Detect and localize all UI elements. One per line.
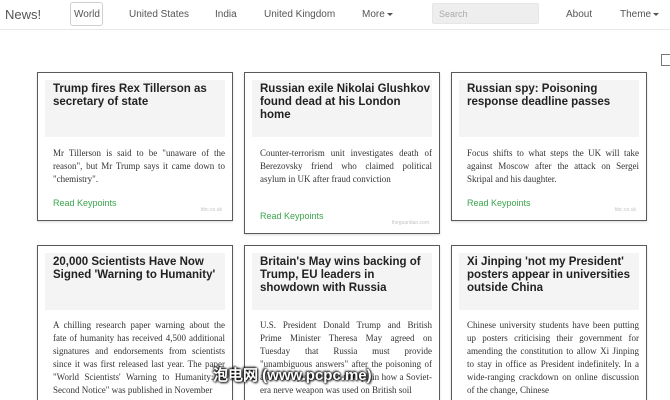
brand-logo[interactable]: News! (5, 7, 41, 22)
news-card: Russian exile Nikolai Glushkov found dea… (244, 72, 440, 234)
card-title[interactable]: Russian spy: Poisoning response deadline… (467, 83, 637, 109)
card-header: Russian exile Nikolai Glushkov found dea… (252, 80, 432, 137)
more-dropdown[interactable]: More (362, 9, 393, 20)
caret-down-icon (386, 12, 393, 16)
card-header: Trump fires Rex Tillerson as secretary o… (45, 80, 225, 137)
read-keypoints-link[interactable]: Read Keypoints (467, 198, 531, 208)
more-dropdown-label: More (362, 9, 385, 20)
card-summary: Focus shifts to what steps the UK will t… (467, 148, 639, 184)
news-card: Trump fires Rex Tillerson as secretary o… (37, 72, 233, 221)
read-keypoints-link[interactable]: Read Keypoints (53, 198, 117, 208)
nav-tab-united-kingdom[interactable]: United Kingdom (264, 9, 335, 20)
card-header: Russian spy: Poisoning response deadline… (459, 80, 639, 137)
nav-tab-world-label: World (74, 9, 100, 20)
search-input[interactable] (432, 3, 539, 24)
card-source: bbc.co.uk (614, 207, 636, 213)
card-header: Xi Jinping 'not my President' posters ap… (459, 253, 639, 310)
card-title[interactable]: Xi Jinping 'not my President' posters ap… (467, 256, 637, 295)
nav-tab-world[interactable]: World (70, 2, 103, 26)
card-summary: A chilling research paper warning about … (53, 320, 225, 395)
card-summary: Chinese university students have been pu… (467, 320, 639, 395)
side-panel-toggle[interactable] (661, 54, 670, 66)
news-card: 20,000 Scientists Have Now Signed 'Warni… (37, 245, 233, 400)
theme-dropdown-label: Theme (620, 9, 652, 20)
nav-about[interactable]: About (566, 9, 592, 20)
card-title[interactable]: Russian exile Nikolai Glushkov found dea… (260, 83, 430, 122)
card-source: bbc.co.uk (200, 207, 222, 213)
card-summary: U.S. President Donald Trump and British … (260, 320, 432, 395)
theme-dropdown[interactable]: Theme (620, 9, 660, 20)
card-title[interactable]: 20,000 Scientists Have Now Signed 'Warni… (53, 256, 223, 282)
card-summary: Mr Tillerson is said to be "unaware of t… (53, 148, 225, 184)
card-source: theguardian.com (391, 220, 429, 226)
card-header: 20,000 Scientists Have Now Signed 'Warni… (45, 253, 225, 310)
read-keypoints-link[interactable]: Read Keypoints (260, 211, 324, 221)
nav-tab-united-states[interactable]: United States (129, 9, 189, 20)
news-card: Russian spy: Poisoning response deadline… (451, 72, 647, 221)
card-summary: Counter-terrorism unit investigates deat… (260, 148, 432, 184)
navbar: News! World United States India United K… (0, 0, 670, 30)
card-header: Britain's May wins backing of Trump, EU … (252, 253, 432, 310)
nav-tab-india[interactable]: India (215, 9, 237, 20)
news-card: Xi Jinping 'not my President' posters ap… (451, 245, 647, 400)
watermark-text: 泡电网 (www.pcpc.me) (213, 367, 372, 384)
card-title[interactable]: Britain's May wins backing of Trump, EU … (260, 256, 430, 295)
card-title[interactable]: Trump fires Rex Tillerson as secretary o… (53, 83, 223, 109)
caret-down-icon (653, 12, 660, 16)
